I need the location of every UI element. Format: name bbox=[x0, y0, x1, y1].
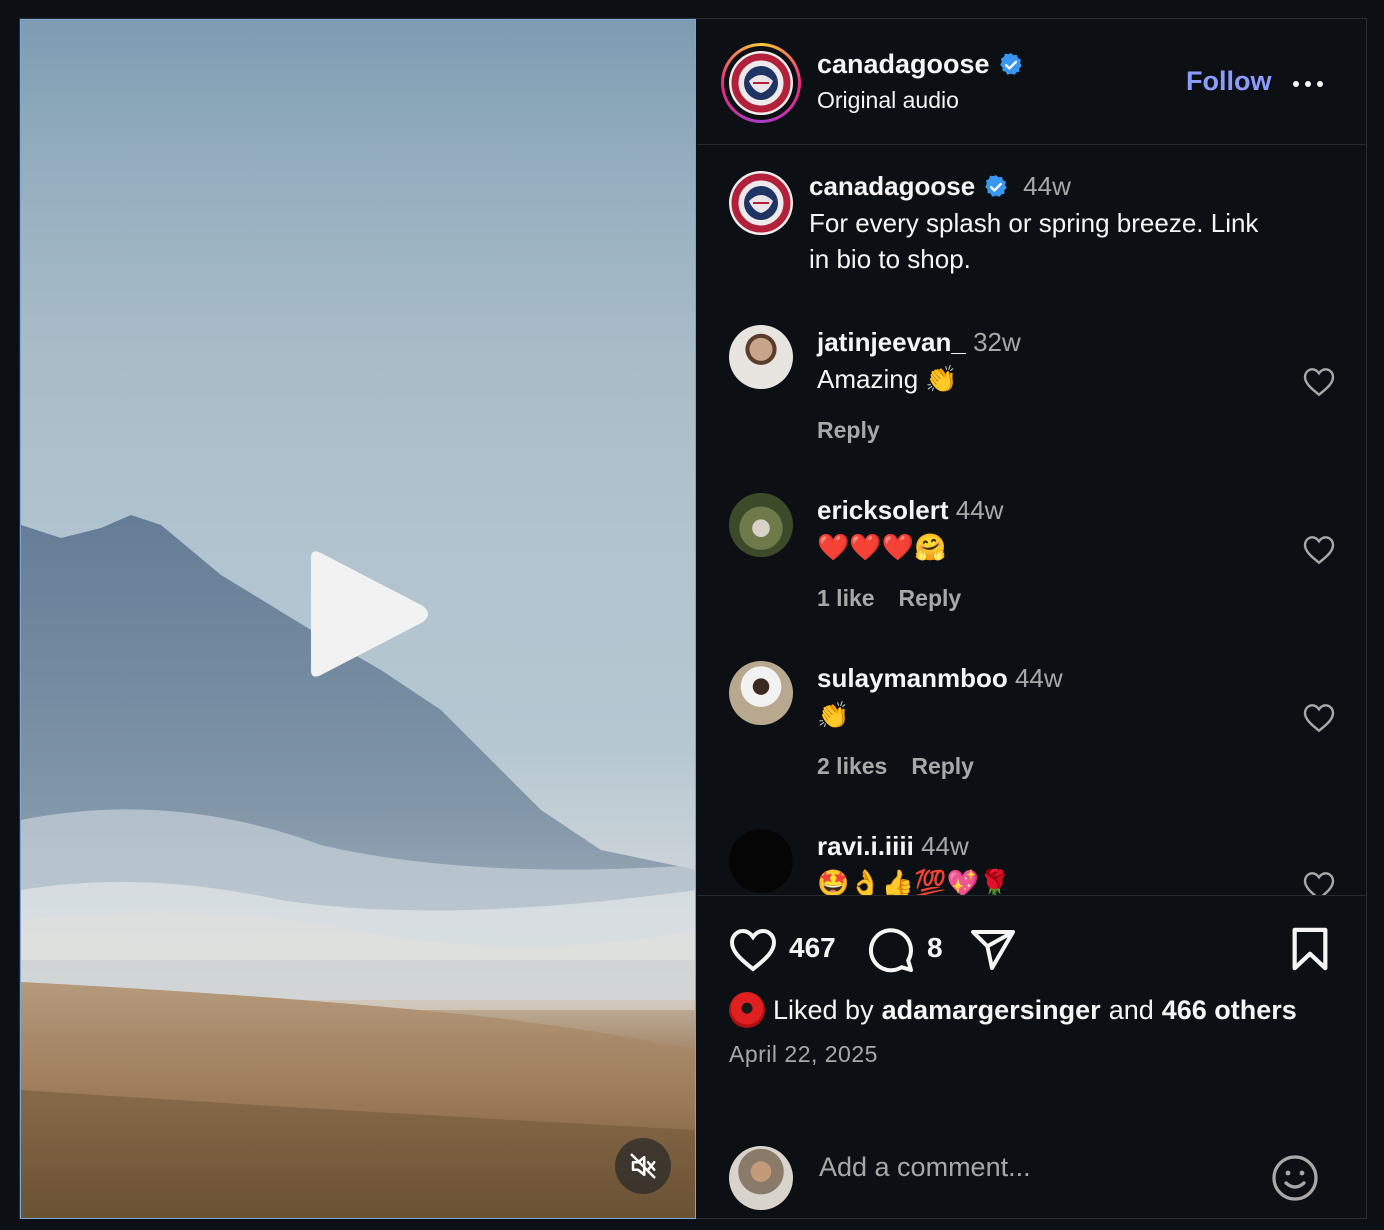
current-user-avatar[interactable] bbox=[729, 1146, 793, 1210]
comment-like-icon[interactable] bbox=[1303, 703, 1335, 733]
comments-list[interactable]: canadagoose 44w For every splash or spri… bbox=[697, 145, 1366, 895]
post-date[interactable]: April 22, 2025 bbox=[729, 1041, 878, 1068]
header-username-link[interactable]: canadagoose bbox=[817, 49, 990, 80]
comment-header: jatinjeevan_ 32w bbox=[817, 327, 1021, 358]
comment-time: 44w bbox=[1014, 663, 1063, 693]
comment-time: 32w bbox=[973, 327, 1021, 357]
comment-composer bbox=[697, 1116, 1366, 1216]
video-player[interactable] bbox=[20, 19, 696, 1219]
mute-button[interactable] bbox=[615, 1138, 671, 1194]
share-icon[interactable] bbox=[969, 926, 1017, 974]
comment-meta: Reply bbox=[817, 417, 880, 444]
comment-username[interactable]: ravi.i.iiii bbox=[817, 831, 914, 861]
play-icon[interactable] bbox=[303, 548, 433, 680]
post-side-panel: canadagoose Original audio Follow canada… bbox=[697, 19, 1366, 1218]
comment-header: ravi.i.iiii 44w bbox=[817, 831, 969, 862]
caption-header: canadagoose 44w bbox=[809, 171, 1071, 202]
comment-header: sulaymanmboo 44w bbox=[817, 663, 1063, 694]
more-options-button[interactable] bbox=[1293, 79, 1327, 89]
comment-header: ericksolert 44w bbox=[817, 495, 1003, 526]
comment-text: 👏 bbox=[817, 700, 850, 730]
caption-username[interactable]: canadagoose bbox=[809, 171, 975, 202]
likes-count[interactable]: 467 bbox=[789, 932, 836, 964]
comment-time: 44w bbox=[921, 831, 969, 861]
comment-like-icon[interactable] bbox=[1303, 535, 1335, 565]
reply-button[interactable]: Reply bbox=[911, 753, 974, 780]
comment-username[interactable]: jatinjeevan_ bbox=[817, 327, 966, 357]
comment-likes-count[interactable]: 2 likes bbox=[817, 753, 887, 780]
comment-avatar[interactable] bbox=[729, 829, 793, 893]
header-username[interactable]: canadagoose bbox=[817, 49, 1024, 80]
comment-avatar[interactable] bbox=[729, 661, 793, 725]
comment-meta: 1 like Reply bbox=[817, 585, 961, 612]
bookmark-icon[interactable] bbox=[1289, 926, 1331, 972]
liker-avatar[interactable] bbox=[729, 992, 765, 1028]
comment-icon[interactable] bbox=[867, 926, 915, 974]
follow-button[interactable]: Follow bbox=[1186, 66, 1271, 97]
comment-username[interactable]: sulaymanmboo bbox=[817, 663, 1008, 693]
mute-icon bbox=[630, 1153, 656, 1179]
heart-icon[interactable] bbox=[729, 928, 777, 972]
post-header: canadagoose Original audio Follow bbox=[697, 19, 1366, 145]
post-actions: 467 8 Liked by adamargersinger and 466 o… bbox=[697, 895, 1366, 1219]
comment-username[interactable]: ericksolert bbox=[817, 495, 949, 525]
comment-text: ❤️❤️❤️🤗 bbox=[817, 532, 947, 562]
comments-count[interactable]: 8 bbox=[927, 932, 943, 964]
comment-like-icon[interactable] bbox=[1303, 871, 1335, 895]
caption-avatar[interactable] bbox=[729, 171, 793, 235]
verified-badge-icon bbox=[999, 52, 1022, 75]
reply-button[interactable]: Reply bbox=[899, 585, 962, 612]
comment-avatar[interactable] bbox=[729, 325, 793, 389]
story-ring[interactable] bbox=[721, 43, 801, 123]
verified-badge-icon bbox=[985, 174, 1007, 197]
audio-label[interactable]: Original audio bbox=[817, 87, 959, 114]
liked-by-others[interactable]: 466 others bbox=[1162, 995, 1297, 1026]
canadagoose-avatar bbox=[729, 51, 793, 115]
emoji-icon[interactable] bbox=[1271, 1154, 1319, 1202]
comment-time: 44w bbox=[955, 495, 1004, 525]
comment-avatar[interactable] bbox=[729, 493, 793, 557]
caption-text: For every splash or spring breeze. Link … bbox=[809, 205, 1339, 277]
liked-by-and: and bbox=[1108, 994, 1154, 1025]
liked-by-user[interactable]: adamargersinger bbox=[882, 995, 1101, 1026]
liked-by-summary: Liked by adamargersinger and 466 others bbox=[729, 992, 1297, 1028]
reply-button[interactable]: Reply bbox=[817, 417, 880, 444]
comment-like-icon[interactable] bbox=[1303, 367, 1335, 397]
comment-text: 🤩👌👍💯💖🌹 bbox=[817, 868, 1012, 895]
more-icon bbox=[1293, 81, 1299, 87]
comment-likes-count[interactable]: 1 like bbox=[817, 585, 875, 612]
caption-text-line: in bio to shop. bbox=[809, 244, 971, 274]
caption-text-line: For every splash or spring breeze. Link bbox=[809, 208, 1259, 238]
comment-text: Amazing 👏 bbox=[817, 364, 958, 394]
comment-meta: 2 likes Reply bbox=[817, 753, 974, 780]
add-comment-input[interactable] bbox=[817, 1146, 1241, 1188]
liked-by-prefix: Liked by bbox=[773, 994, 874, 1025]
caption-time: 44w bbox=[1023, 171, 1071, 201]
